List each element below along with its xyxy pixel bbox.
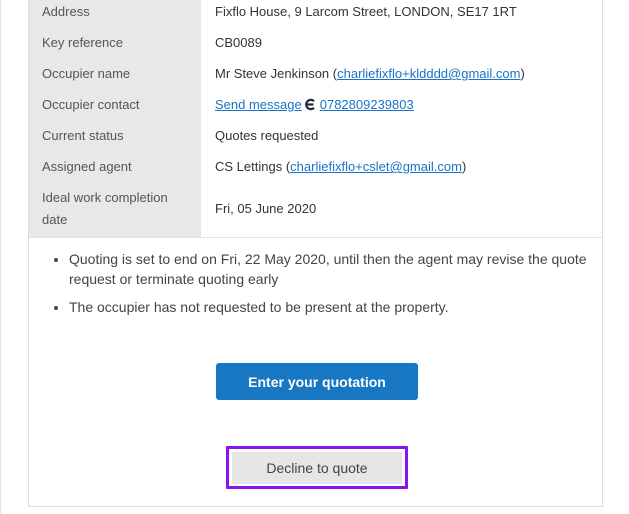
job-details-card: Address Fixflo House, 9 Larcom Street, L…: [28, 0, 603, 507]
occupier-contact-label: Occupier contact: [42, 97, 140, 112]
assigned-agent-value: CS Lettings (charliefixflo+cslet@gmail.c…: [215, 156, 466, 178]
assigned-agent-text: CS Lettings (: [215, 159, 291, 174]
current-status-label: Current status: [42, 128, 124, 143]
assigned-agent-suffix: ): [461, 159, 467, 174]
ideal-completion-value: Fri, 05 June 2020: [215, 201, 317, 216]
list-item: The occupier has not requested to be pre…: [69, 297, 589, 317]
agent-email-link[interactable]: charliefixflo+cslet@gmail.com: [290, 159, 462, 174]
occupier-phone-link[interactable]: 0782809239803: [320, 97, 414, 112]
occupier-email-link[interactable]: charliefixflo+kldddd@gmail.com: [337, 66, 520, 81]
details-table: Address Fixflo House, 9 Larcom Street, L…: [29, 0, 603, 238]
left-divider: [0, 0, 1, 514]
quote-notes-list: Quoting is set to end on Fri, 22 May 202…: [55, 249, 589, 325]
address-label: Address: [42, 4, 90, 19]
quote-request-page: Address Fixflo House, 9 Larcom Street, L…: [0, 0, 629, 514]
key-reference-value: CB0089: [215, 35, 262, 50]
address-value: Fixflo House, 9 Larcom Street, LONDON, S…: [215, 4, 517, 19]
decline-highlight-frame: Decline to quote: [226, 446, 408, 489]
assigned-agent-label: Assigned agent: [42, 159, 132, 174]
enter-quotation-button[interactable]: Enter your quotation: [216, 363, 418, 400]
ideal-completion-label: Ideal work completion date: [42, 190, 168, 227]
current-status-value: Quotes requested: [215, 128, 319, 143]
decline-to-quote-button[interactable]: Decline to quote: [232, 452, 402, 484]
occupier-name-label: Occupier name: [42, 66, 131, 81]
send-message-link[interactable]: Send message: [215, 97, 302, 112]
occupier-name-value: Mr Steve Jenkinson (charliefixflo+kldddd…: [215, 63, 525, 85]
occupier-contact-value: Send message 0782809239803: [215, 94, 414, 116]
occupier-name-text: Mr Steve Jenkinson (: [215, 66, 338, 81]
list-item: Quoting is set to end on Fri, 22 May 202…: [69, 249, 589, 289]
key-reference-label: Key reference: [42, 35, 123, 50]
messaging-app-icon: [304, 96, 316, 111]
occupier-name-suffix: ): [520, 66, 525, 81]
